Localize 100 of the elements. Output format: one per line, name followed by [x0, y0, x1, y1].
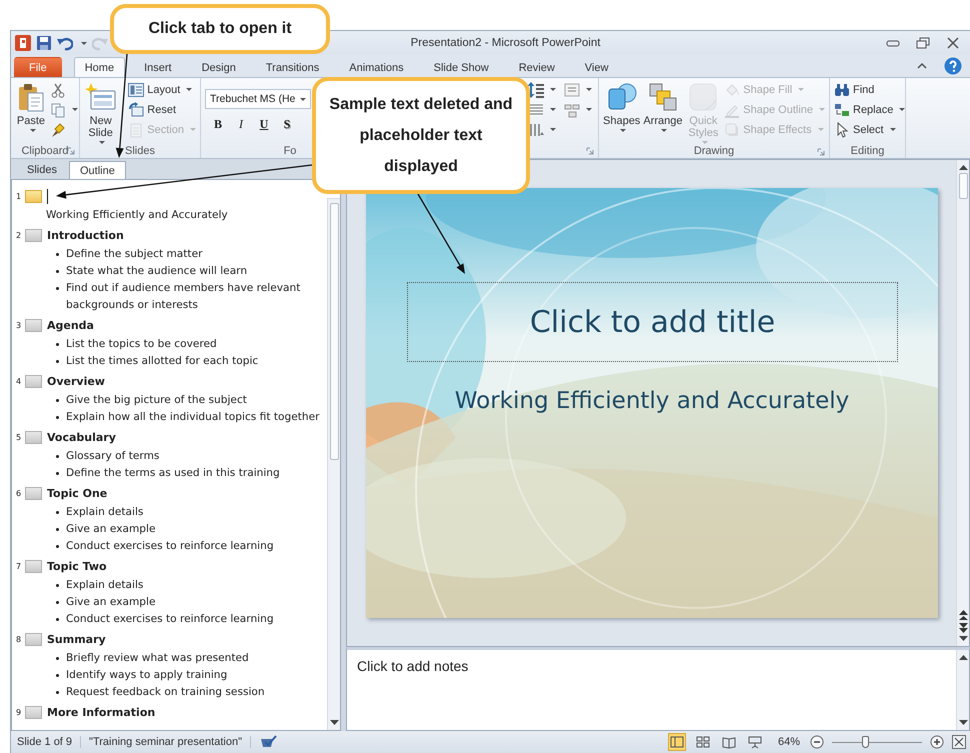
slide-thumbnail-icon[interactable]	[25, 632, 42, 646]
ribbon-button[interactable]: Reset	[128, 101, 196, 118]
bullet-text: Briefly review what was presented	[66, 651, 249, 666]
help-icon[interactable]	[944, 57, 962, 75]
slide-thumbnail-icon[interactable]	[25, 190, 42, 202]
scroll-down-icon[interactable]	[958, 720, 968, 726]
callout: Click tab to open it	[110, 4, 330, 54]
slide-thumbnail-icon[interactable]	[25, 560, 42, 572]
bullet-text: Explain how all the individual topics fit together	[66, 410, 320, 425]
ribbon-tab[interactable]: Design	[190, 57, 247, 77]
scroll-up-icon[interactable]	[958, 164, 968, 170]
bullet-icon	[56, 455, 59, 458]
caret-icon	[99, 141, 106, 144]
zoom-slider-thumb[interactable]	[862, 736, 870, 748]
ribbon-tab[interactable]: View	[574, 57, 620, 77]
caret-icon	[661, 129, 668, 132]
scroll-down-icon[interactable]	[958, 636, 968, 642]
ribbon-tab[interactable]: Home	[74, 57, 126, 77]
reset-icon	[128, 102, 144, 118]
bullet-icon	[56, 618, 59, 621]
bullet-text: Explain details	[66, 505, 144, 520]
subtitle-text: Working Efficiently and Accurately	[45, 208, 229, 223]
bullet-icon	[56, 674, 59, 677]
view-button[interactable]	[668, 733, 686, 751]
scroll-down-icon[interactable]	[330, 720, 338, 726]
caret-icon	[550, 88, 556, 91]
slide-thumbnail-icon[interactable]	[25, 486, 42, 500]
zoom-level: 64%	[776, 736, 801, 748]
ribbon-button[interactable]: Shapes	[603, 81, 640, 132]
font-dropdown[interactable]: Trebuchet MS (He	[205, 89, 312, 109]
file-tab[interactable]: File	[14, 57, 62, 77]
restore-icon[interactable]	[916, 37, 930, 49]
pane-tab[interactable]: Outline	[68, 161, 126, 179]
caret-icon	[890, 128, 896, 131]
scrollbar[interactable]	[956, 650, 969, 730]
format-button[interactable]: I	[234, 117, 248, 132]
slide-thumbnail-icon[interactable]	[25, 430, 42, 444]
scrollbar[interactable]	[956, 160, 969, 646]
ribbon-button[interactable]: Paste	[15, 81, 47, 132]
next-slide-icon[interactable]	[958, 623, 968, 633]
scroll-thumb[interactable]	[958, 173, 968, 199]
proofing-icon[interactable]	[258, 735, 279, 749]
align-text-icon	[564, 82, 580, 98]
title-placeholder[interactable]: Click to add title	[407, 282, 898, 362]
ribbon-button[interactable]: Replace	[834, 101, 906, 118]
scroll-thumb[interactable]	[330, 203, 338, 460]
bullet-icon	[56, 584, 59, 587]
fit-slide-icon[interactable]	[952, 735, 966, 749]
ribbon-tab[interactable]: Review	[508, 57, 566, 77]
caret-icon	[586, 108, 592, 111]
close-icon[interactable]	[946, 37, 960, 49]
bullet-icon	[56, 416, 59, 419]
bullet-text: Define the subject matter	[66, 247, 202, 262]
zoom-out-icon[interactable]	[810, 735, 824, 749]
slide-thumbnail-icon[interactable]	[25, 228, 42, 242]
caret-icon	[186, 88, 192, 91]
notes-field[interactable]: Click to add notes	[347, 650, 956, 730]
bullet-icon	[56, 343, 59, 346]
ribbon-tab[interactable]: Insert	[133, 57, 183, 77]
save-icon[interactable]	[36, 35, 52, 51]
app-icon[interactable]	[15, 35, 31, 51]
ribbon-button[interactable]: Select	[834, 121, 906, 138]
ribbon-button[interactable]: Arrange	[643, 81, 682, 132]
scrollbar[interactable]	[327, 198, 340, 730]
window-title: Presentation2 - Microsoft PowerPoint	[410, 37, 602, 49]
slide-thumbnail-icon[interactable]	[25, 706, 42, 718]
slide-number: 1	[16, 192, 22, 200]
slide-title: Agenda	[47, 318, 94, 332]
brush-icon	[50, 122, 66, 138]
icon-button[interactable]	[564, 81, 592, 98]
slide-title: Topic One	[47, 486, 108, 500]
undo-icon[interactable]	[57, 35, 73, 51]
format-button[interactable]: B	[211, 117, 225, 132]
caret-icon	[550, 108, 556, 111]
slide-number: 5	[16, 432, 22, 442]
format-button[interactable]: S	[280, 117, 294, 132]
ribbon-button[interactable]: Find	[834, 81, 906, 98]
scissors-icon	[50, 82, 66, 98]
slide-thumbnail-icon[interactable]	[25, 374, 42, 388]
justify-icon	[528, 102, 544, 118]
ribbon-tab[interactable]: Transitions	[254, 57, 330, 77]
copy-icon	[50, 102, 66, 118]
previous-slide-icon[interactable]	[958, 610, 968, 620]
slide-title: More Information	[47, 706, 156, 718]
zoom-in-icon[interactable]	[930, 735, 944, 749]
ribbon-button[interactable]: Layout	[128, 81, 196, 98]
group-label: Drawing	[694, 145, 734, 157]
slide-thumbnail-icon[interactable]	[25, 318, 42, 332]
format-button[interactable]: U	[257, 117, 271, 132]
bullet-text: Define the terms as used in this training	[66, 466, 280, 481]
ribbon-tab[interactable]: Slide Show	[422, 57, 500, 77]
caret-icon	[620, 129, 626, 132]
ribbon-tab[interactable]: Animations	[338, 57, 415, 77]
bullet-text: State what the audience will learn	[66, 264, 248, 279]
scroll-up-icon[interactable]	[958, 654, 968, 660]
binoculars-icon	[834, 82, 850, 98]
bullet-icon	[56, 528, 59, 531]
launcher-icon[interactable]	[67, 147, 75, 155]
ribbon-button[interactable]: New Slide	[84, 81, 118, 144]
pane-tab[interactable]: Slides	[17, 161, 67, 179]
